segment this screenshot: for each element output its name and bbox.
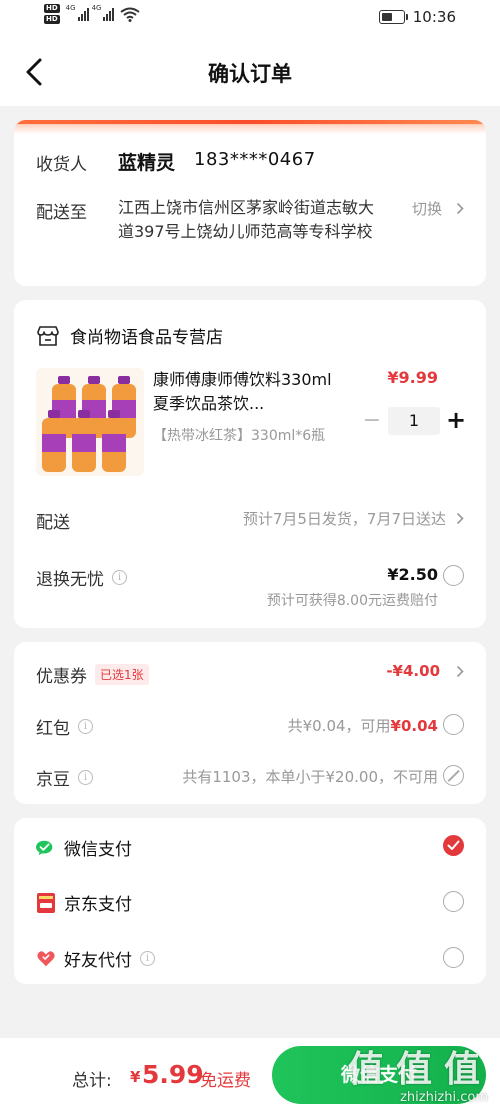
- delivery-info-row[interactable]: 预计7月5日发货，7月7日送达: [243, 508, 464, 529]
- return-label-text: 退换无忧: [36, 570, 104, 590]
- bottle-label: [72, 434, 96, 452]
- friend-pay-icon: [36, 949, 56, 969]
- info-icon[interactable]: i: [78, 719, 93, 734]
- total-currency: ¥: [130, 1068, 141, 1086]
- order-card: 食尚物语食品专营店 康师傅康师傅饮料330ml夏季饮品茶饮... 【热带冰红茶】…: [14, 300, 486, 628]
- payment-option-jd[interactable]: 京东支付: [36, 890, 132, 915]
- address-card[interactable]: 收货人 蓝精灵 183****0467 配送至 江西上饶市信州区茅家岭街道志敏大…: [14, 120, 486, 286]
- redpack-available: ¥0.04: [390, 717, 438, 735]
- payment-option-wechat[interactable]: 微信支付: [36, 835, 132, 860]
- quantity-increase-button[interactable]: +: [446, 405, 466, 435]
- receiver-name: 蓝精灵: [118, 152, 176, 174]
- return-note: 预计可获得8.00元运费赔付: [266, 593, 438, 609]
- store-row[interactable]: 食尚物语食品专营店: [36, 323, 223, 348]
- coupon-row-action[interactable]: -¥4.00: [386, 662, 464, 680]
- product-image[interactable]: [36, 368, 144, 476]
- status-bar: HD HD 4G 4G 10:36: [0, 0, 500, 38]
- deliver-to-label: 配送至: [36, 203, 87, 223]
- store-name: 食尚物语食品专营店: [70, 328, 223, 348]
- quantity-decrease-button[interactable]: −: [362, 408, 382, 436]
- chevron-right-icon: [456, 202, 464, 215]
- bottle-label: [42, 434, 66, 452]
- jd-bean-label-text: 京豆: [36, 770, 70, 790]
- bottle-cap: [88, 376, 100, 384]
- wechat-pay-radio-checked[interactable]: [443, 835, 464, 856]
- receiver-label: 收货人: [36, 155, 87, 175]
- delivery-info: 预计7月5日发货，7月7日送达: [242, 510, 446, 528]
- jd-pay-radio[interactable]: [443, 891, 464, 912]
- switch-address-label: 切换: [411, 200, 442, 218]
- jd-pay-icon: [36, 892, 56, 913]
- info-icon[interactable]: i: [78, 770, 93, 785]
- friend-pay-radio[interactable]: [443, 947, 464, 968]
- signal-icon: [77, 7, 89, 21]
- signal-icon: [103, 7, 115, 21]
- bottle-cap: [118, 376, 130, 384]
- network-type-label: 4G: [91, 4, 102, 12]
- total-amount: 5.99: [142, 1060, 204, 1089]
- checkout-bar: 总计: ¥ 5.99 免运费 微信支付: [0, 1038, 500, 1111]
- redpack-radio[interactable]: [443, 714, 464, 735]
- discount-card: 优惠券 已选1张 -¥4.00 红包 i 共¥0.04，可用¥0.04 京豆 i…: [14, 642, 486, 804]
- payment-card: 微信支付 京东支付 好友代付 i: [14, 818, 486, 984]
- total-label: 总计:: [72, 1071, 112, 1091]
- payment-option-label: 京东支付: [64, 895, 132, 915]
- info-icon[interactable]: i: [140, 951, 155, 966]
- wechat-pay-icon: [36, 838, 56, 858]
- coupon-value: -¥4.00: [386, 662, 440, 680]
- tea-bottles-image: [42, 376, 136, 472]
- status-time: 10:36: [412, 8, 456, 26]
- store-icon: [37, 325, 59, 346]
- address-text: 江西上饶市信州区茅家岭街道志敏大道397号上饶幼儿师范高等专科学校: [118, 198, 375, 241]
- payment-option-friend[interactable]: 好友代付 i: [36, 946, 155, 971]
- hd-badges: HD HD: [44, 4, 60, 24]
- product-title[interactable]: 康师傅康师傅饮料330ml夏季饮品茶饮...: [153, 368, 345, 416]
- network-type-label: 4G: [65, 4, 76, 12]
- return-label: 退换无忧 i: [36, 565, 127, 590]
- switch-address-button[interactable]: 切换: [412, 198, 464, 219]
- address-accent-stripe: [14, 120, 486, 134]
- coupon-label: 优惠券 已选1张: [36, 662, 149, 687]
- wifi-icon: [120, 7, 141, 22]
- bottle-cap: [48, 410, 60, 418]
- payment-option-label: 微信支付: [64, 840, 132, 860]
- bottle-cap: [108, 410, 120, 418]
- battery-icon: [378, 10, 408, 24]
- redpack-label: 红包 i: [36, 714, 93, 739]
- chevron-right-icon: [456, 665, 464, 677]
- return-service-radio[interactable]: [443, 565, 464, 586]
- page-title: 确认订单: [208, 62, 292, 86]
- jd-bean-radio-disabled: [443, 765, 464, 786]
- bottle-label: [102, 434, 126, 452]
- coupon-badge: 已选1张: [95, 664, 149, 685]
- battery-level: [381, 13, 392, 21]
- hd-badge: HD: [44, 4, 60, 13]
- status-bar-right: 10:36: [378, 8, 456, 26]
- checkmark-icon: [447, 840, 460, 850]
- redpack-info: 共¥0.04，可用¥0.04: [288, 715, 438, 736]
- redpack-label-text: 红包: [36, 719, 70, 739]
- pay-button[interactable]: 微信支付: [272, 1046, 486, 1104]
- quantity-input[interactable]: 1: [388, 407, 440, 435]
- info-icon[interactable]: i: [112, 570, 127, 585]
- jd-bean-info: 共有1103，本单小于¥20.00，不可用: [182, 768, 438, 786]
- hd-badge: HD: [44, 15, 60, 24]
- coupon-label-text: 优惠券: [36, 667, 87, 687]
- redpack-info-prefix: 共¥0.04，可用: [287, 717, 391, 735]
- free-shipping-label: 免运费: [200, 1071, 251, 1091]
- delivery-label: 配送: [36, 508, 70, 533]
- receiver-phone: 183****0467: [194, 149, 316, 170]
- payment-option-label: 好友代付: [64, 951, 132, 971]
- nav-bar: 确认订单: [0, 38, 500, 106]
- chevron-right-icon: [456, 512, 464, 525]
- bottle-cap: [58, 376, 70, 384]
- delivery-label-text: 配送: [36, 513, 70, 533]
- return-price: ¥2.50: [387, 565, 438, 584]
- product-spec: 【热带冰红茶】330ml*6瓶: [153, 428, 326, 444]
- product-price: ¥9.99: [387, 368, 438, 387]
- bottle-cap: [78, 410, 90, 418]
- jd-bean-label: 京豆 i: [36, 765, 93, 790]
- status-bar-left: HD HD 4G 4G: [44, 4, 141, 24]
